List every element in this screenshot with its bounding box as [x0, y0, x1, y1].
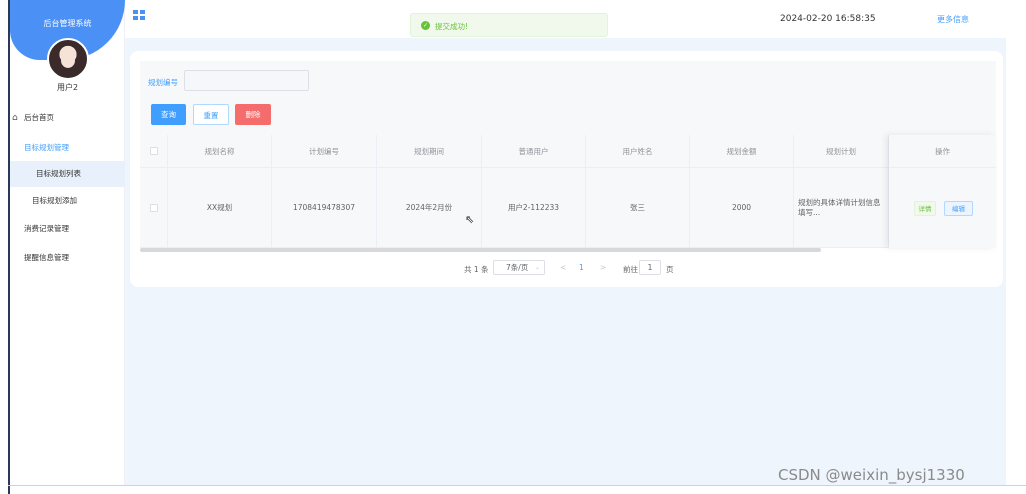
more-info-link[interactable]: 更多信息: [937, 14, 969, 25]
cell-plan-name: XX规划: [168, 168, 272, 247]
toast-message: 提交成功!: [435, 22, 469, 31]
delete-button[interactable]: 删除: [235, 104, 271, 125]
chevron-down-icon: ⌄: [534, 264, 540, 271]
next-page-button[interactable]: >: [600, 263, 606, 272]
cell-plan-detail: 规划的具体详情计划信息填写...: [794, 168, 889, 247]
header-cell-operations: 操作: [889, 135, 996, 168]
goto-page-input[interactable]: 1: [639, 260, 661, 275]
row-select-cell: [140, 168, 168, 247]
select-all-cell: [140, 135, 168, 167]
detail-button[interactable]: 详情: [914, 201, 936, 216]
cell-plan-amount: 2000: [690, 168, 794, 247]
content-card: 规划编号 查询 重置 删除 规划名称 计划编号 规划期间 普通用户 用户姓名 规…: [130, 51, 1003, 287]
avatar-face: [61, 53, 75, 68]
table-horizontal-scrollbar[interactable]: [140, 248, 821, 252]
header-cell: 规划名称: [168, 135, 272, 167]
sidebar-item-label: 目标规划列表: [36, 169, 81, 178]
page-size-select[interactable]: 7条/页 ⌄: [493, 260, 545, 275]
filter-panel: 规划编号 查询 重置 删除: [140, 61, 996, 135]
sidebar-item-goal-list[interactable]: 目标规划列表: [10, 161, 125, 187]
data-table: 规划名称 计划编号 规划期间 普通用户 用户姓名 规划金额 规划计划 XX规划 …: [140, 135, 996, 248]
page-number-current[interactable]: 1: [579, 263, 584, 272]
plan-number-input[interactable]: [184, 70, 309, 91]
header-cell: 用户姓名: [586, 135, 690, 167]
watermark: CSDN @weixin_bysj1330: [778, 466, 965, 484]
cell-plan-number: 1708419478307: [272, 168, 377, 247]
avatar[interactable]: [47, 38, 89, 80]
cell-user-name: 张三: [586, 168, 690, 247]
goto-label: 前往: [623, 265, 638, 274]
reset-button[interactable]: 重置: [193, 104, 229, 125]
window-frame-bottom: [8, 485, 1026, 486]
page-size-value: 7条/页: [506, 263, 529, 272]
sidebar-item-label: 目标规划添加: [32, 196, 77, 205]
row-checkbox[interactable]: [149, 203, 158, 212]
query-button[interactable]: 查询: [151, 104, 186, 125]
cell-user: 用户2-112233: [482, 168, 586, 247]
page-label: 页: [666, 265, 674, 274]
cell-plan-period: 2024年2月份: [377, 168, 482, 247]
header-cell: 规划期间: [377, 135, 482, 167]
table-header: 规划名称 计划编号 规划期间 普通用户 用户姓名 规划金额 规划计划: [140, 135, 996, 168]
sidebar-item-label: 目标规划管理: [24, 143, 69, 152]
sidebar-item-goal-add[interactable]: 目标规划添加: [10, 188, 125, 214]
select-all-checkbox[interactable]: [149, 147, 158, 155]
sidebar-item-label: 后台首页: [24, 113, 54, 122]
sidebar-item-reminders[interactable]: 提醒信息管理: [10, 245, 125, 271]
sidebar-item-label: 消费记录管理: [24, 224, 69, 233]
filter-label: 规划编号: [148, 78, 178, 87]
mouse-cursor-icon: ⇖: [465, 213, 475, 226]
current-datetime: 2024-02-20 16:58:35: [780, 14, 876, 24]
sidebar: 后台管理系统 用户2 ⌂ 后台首页 目标规划管理 目标规划列表 目标规划添加 消…: [10, 0, 125, 486]
header-cell: 普通用户: [482, 135, 586, 167]
sidebar-item-goal-planning[interactable]: 目标规划管理: [10, 135, 125, 161]
operations-column: 操作 详情 编辑: [889, 135, 996, 248]
sidebar-item-label: 提醒信息管理: [24, 253, 69, 262]
prev-page-button[interactable]: <: [560, 263, 566, 272]
check-circle-icon: ✓: [421, 21, 430, 30]
header-cell: 规划金额: [690, 135, 794, 167]
user-name: 用户2: [56, 83, 79, 92]
pagination-total: 共 1 条: [464, 265, 489, 274]
pagination: 共 1 条 7条/页 ⌄ < 1 > 前往 1 页: [130, 259, 1003, 279]
header-cell: 规划计划: [794, 135, 889, 167]
edit-button[interactable]: 编辑: [944, 201, 973, 216]
system-title: 后台管理系统: [43, 19, 92, 28]
header-cell: 计划编号: [272, 135, 377, 167]
home-icon: ⌂: [12, 113, 18, 123]
menu-grid-icon[interactable]: [133, 10, 145, 20]
sidebar-item-consumption[interactable]: 消费记录管理: [10, 216, 125, 242]
sidebar-item-home[interactable]: ⌂ 后台首页: [10, 105, 125, 131]
success-toast: ✓ 提交成功!: [410, 13, 608, 37]
table-row[interactable]: XX规划 1708419478307 2024年2月份 用户2-112233 张…: [140, 168, 996, 248]
main-content: 规划编号 查询 重置 删除 规划名称 计划编号 规划期间 普通用户 用户姓名 规…: [125, 38, 1006, 486]
